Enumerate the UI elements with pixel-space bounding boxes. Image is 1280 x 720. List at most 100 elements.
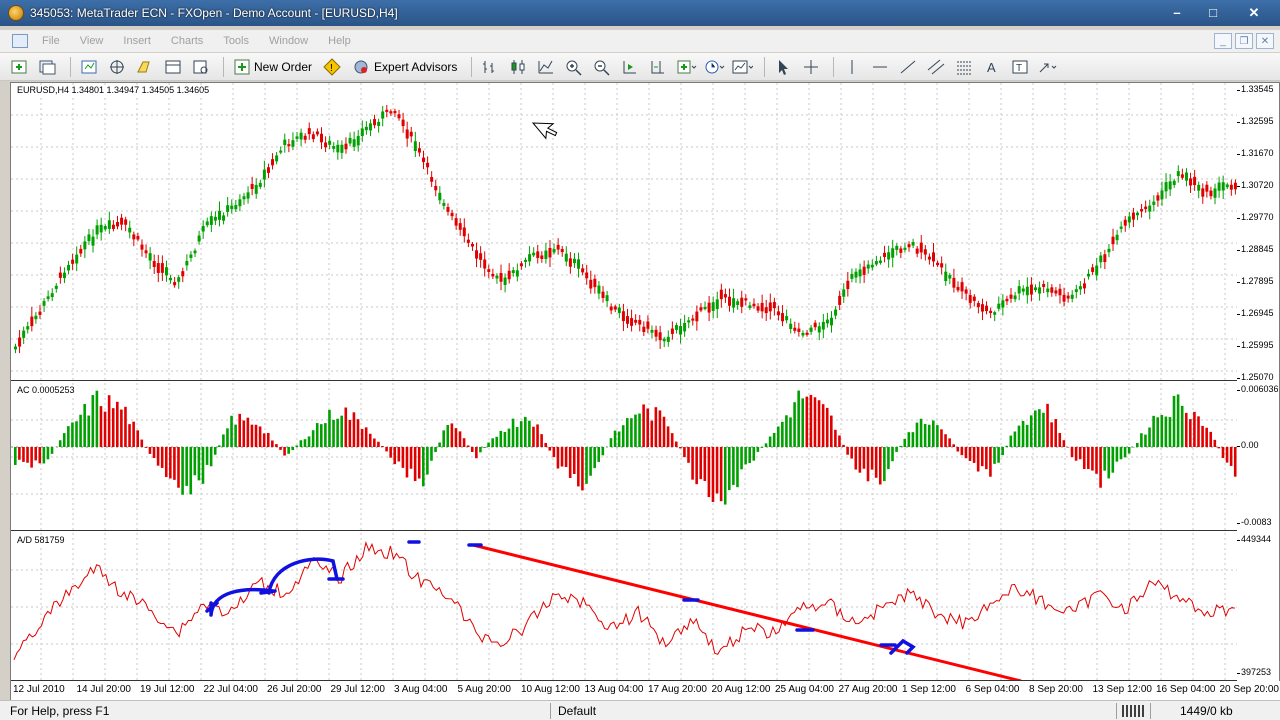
time-axis-tick: 13 Sep 12:00 (1092, 684, 1153, 695)
toolbar: New Order ! Expert Advisors A T (0, 53, 1280, 81)
status-traffic: 1449/0 kb (1180, 704, 1233, 718)
trendline-icon[interactable] (896, 56, 920, 78)
price-pane[interactable]: EURUSD,H4 1.34801 1.34947 1.34505 1.3460… (11, 83, 1237, 381)
minimize-button[interactable]: – (1160, 3, 1194, 22)
terminal-icon[interactable] (161, 56, 185, 78)
metaeditor-icon[interactable]: ! (320, 56, 344, 78)
time-axis[interactable]: 12 Jul 2010 14 Jul 20:00 19 Jul 12:00 22 Ju… (11, 681, 1280, 701)
periods-icon[interactable] (702, 56, 726, 78)
svg-text:T: T (1016, 63, 1022, 74)
price-tick: 1.27895 (1237, 276, 1274, 286)
ad-pane-label: A/D 581759 (17, 535, 65, 545)
new-order-button[interactable]: New Order (230, 56, 316, 78)
menu-insert[interactable]: Insert (113, 35, 161, 47)
time-axis-tick: 17 Aug 20:00 (648, 684, 707, 695)
status-profile[interactable]: Default (558, 704, 596, 718)
price-tick: 1.25995 (1237, 340, 1274, 350)
indicators-icon[interactable] (674, 56, 698, 78)
expert-advisors-label: Expert Advisors (374, 59, 458, 74)
time-axis-tick: 13 Aug 04:00 (584, 684, 644, 695)
time-axis-tick: 29 Jul 12:00 (330, 684, 386, 695)
ad-trendline (472, 543, 1022, 680)
ac-scale[interactable]: 0.006036 0.00 -0.0083 (1237, 383, 1280, 531)
menu-charts[interactable]: Charts (161, 35, 213, 47)
ad-tick: 397253 (1236, 667, 1272, 677)
new-chart-icon[interactable] (8, 56, 32, 78)
ad-scale[interactable]: 449344 397253 (1236, 533, 1280, 681)
price-scale[interactable]: 1.33545 1.32595 1.31670 1.30720 1.29770 … (1237, 83, 1280, 382)
navigator-icon[interactable] (105, 56, 129, 78)
time-axis-tick: 25 Aug 04:00 (775, 684, 834, 695)
text-label-icon[interactable]: T (1008, 56, 1032, 78)
connection-bars-icon (1122, 705, 1144, 717)
vertical-line-icon[interactable] (840, 56, 864, 78)
time-axis-tick: 27 Aug 20:00 (838, 684, 898, 695)
zoom-out-icon[interactable] (590, 56, 614, 78)
candlestick-icon[interactable] (506, 56, 530, 78)
data-window-icon[interactable] (133, 56, 157, 78)
market-watch-icon[interactable] (77, 56, 101, 78)
horizontal-line-icon[interactable] (868, 56, 892, 78)
time-axis-tick: 6 Sep 04:00 (965, 684, 1020, 695)
chart-shift-icon[interactable] (646, 56, 670, 78)
time-axis-tick: 14 Jul 20:00 (76, 684, 132, 695)
menu-window[interactable]: Window (259, 35, 318, 47)
ac-tick: -0.0083 (1237, 517, 1272, 527)
price-candles (14, 105, 1237, 354)
profiles-icon[interactable] (36, 56, 60, 78)
price-tick: 1.30720 (1237, 180, 1274, 190)
ac-indicator-pane[interactable]: AC 0.0005253 (11, 383, 1237, 531)
svg-text:!: ! (330, 63, 333, 74)
zoom-in-icon[interactable] (562, 56, 586, 78)
menu-help[interactable]: Help (318, 35, 361, 47)
price-tick: 1.32595 (1237, 116, 1274, 126)
metatrader-app-icon[interactable] (8, 5, 24, 21)
chart-restore-icon[interactable]: ❐ (1235, 33, 1253, 49)
menu-file[interactable]: File (32, 35, 70, 47)
chart-close-icon[interactable]: ✕ (1256, 33, 1274, 49)
price-tick: 1.33545 (1237, 84, 1274, 94)
chart-window[interactable]: EURUSD,H4 1.34801 1.34947 1.34505 1.3460… (10, 82, 1280, 701)
time-axis-tick: 12 Jul 2010 (13, 684, 65, 695)
chart-document-icon[interactable] (12, 34, 28, 48)
time-axis-tick: 20 Sep 20:00 (1219, 684, 1280, 695)
menu-tools[interactable]: Tools (213, 35, 259, 47)
status-help-text: For Help, press F1 (10, 704, 110, 718)
equidistant-channel-icon[interactable] (924, 56, 948, 78)
price-chart[interactable] (11, 83, 1237, 381)
ad-indicator-pane[interactable]: A/D 581759 (11, 533, 1237, 681)
templates-icon[interactable] (730, 56, 754, 78)
time-axis-tick: 26 Jul 20:00 (267, 684, 322, 695)
maximize-button[interactable]: □ (1196, 3, 1230, 22)
price-pane-label: EURUSD,H4 1.34801 1.34947 1.34505 1.3460… (17, 85, 210, 95)
text-icon[interactable]: A (980, 56, 1004, 78)
close-button[interactable]: ✕ (1232, 3, 1276, 22)
line-chart-icon[interactable] (534, 56, 558, 78)
arrows-icon[interactable] (1036, 56, 1060, 78)
cursor-icon[interactable] (771, 56, 795, 78)
time-axis-tick: 20 Aug 12:00 (711, 684, 771, 695)
ac-tick: 0.006036 (1237, 384, 1279, 394)
ac-histogram[interactable] (11, 383, 1237, 531)
ad-line-chart[interactable] (11, 533, 1237, 681)
time-axis-tick: 19 Jul 12:00 (140, 684, 195, 695)
price-tick: 1.25070 (1237, 372, 1274, 382)
price-tick: 1.31670 (1237, 148, 1274, 158)
status-bar: For Help, press F1 Default 1449/0 kb (0, 700, 1280, 720)
strategy-tester-icon[interactable] (189, 56, 213, 78)
menu-view[interactable]: View (70, 35, 114, 47)
ad-tick: 449344 (1236, 534, 1272, 544)
auto-scroll-icon[interactable] (618, 56, 642, 78)
time-axis-tick: 22 Jul 04:00 (203, 684, 259, 695)
ac-bars (14, 390, 1237, 505)
price-tick: 1.26945 (1237, 308, 1274, 318)
bar-chart-icon[interactable] (478, 56, 502, 78)
title-bar: 345053: MetaTrader ECN - FXOpen - Demo A… (0, 0, 1280, 26)
time-axis-tick: 1 Sep 12:00 (902, 684, 956, 695)
price-tick: 1.29770 (1237, 212, 1274, 222)
expert-advisors-button[interactable]: Expert Advisors (348, 56, 461, 78)
fibonacci-icon[interactable] (952, 56, 976, 78)
chart-minimize-icon[interactable]: _ (1214, 33, 1232, 49)
window-title: 345053: MetaTrader ECN - FXOpen - Demo A… (30, 6, 398, 20)
crosshair-icon[interactable] (799, 56, 823, 78)
